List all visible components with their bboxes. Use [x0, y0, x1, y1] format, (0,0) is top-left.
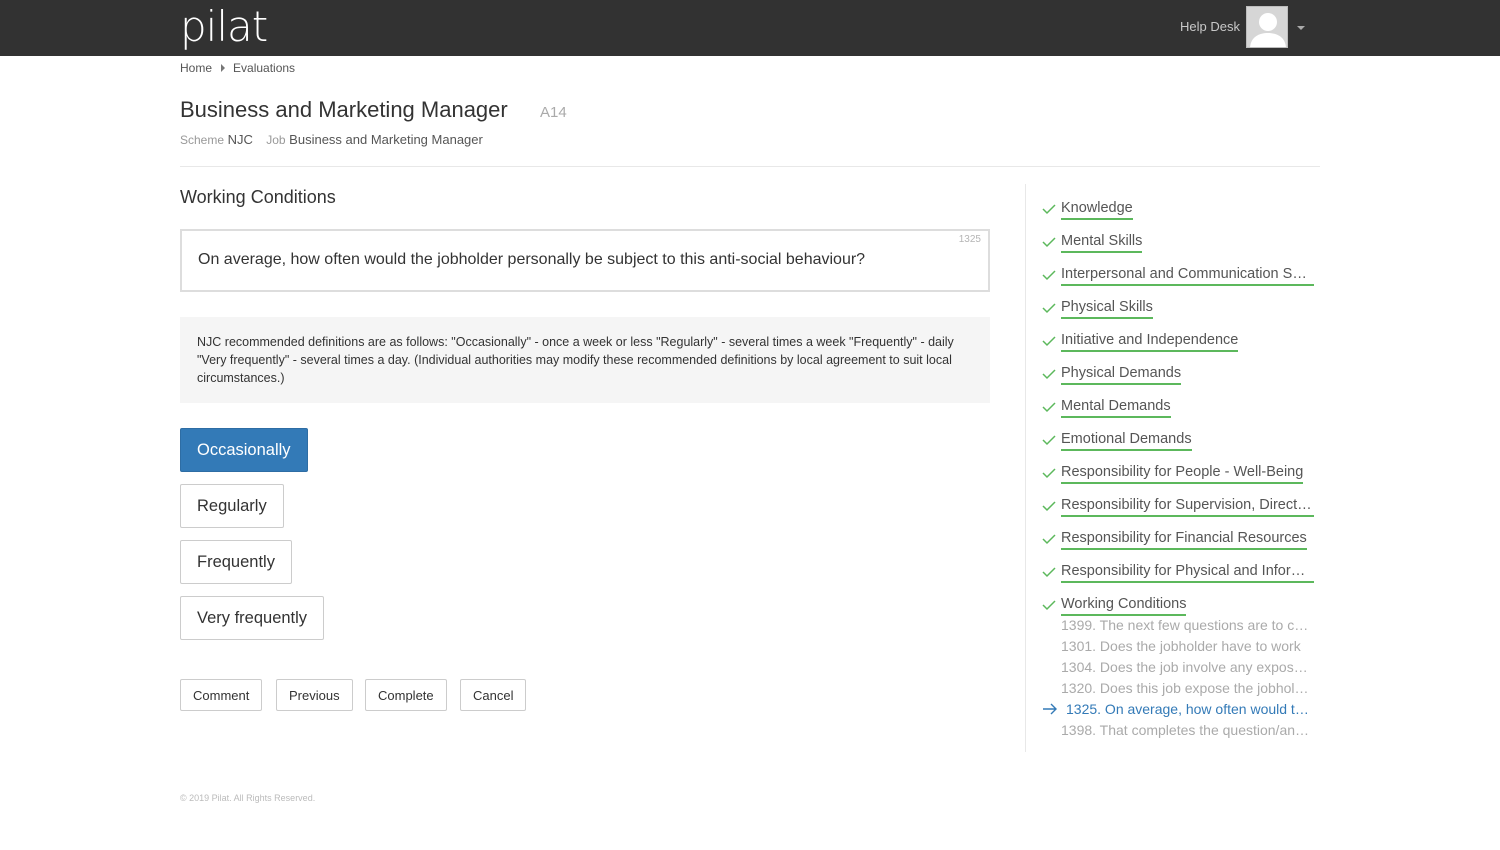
- chevron-down-icon[interactable]: [1297, 26, 1305, 30]
- sidebar-item-label[interactable]: Responsibility for Financial Resources: [1061, 529, 1307, 550]
- sidebar-item-mental-skills[interactable]: Mental Skills: [1042, 232, 1321, 254]
- check-icon: [1042, 435, 1056, 446]
- sidebar-item-financial-resources[interactable]: Responsibility for Financial Resources: [1042, 529, 1321, 551]
- sidebar-item-interpersonal[interactable]: Interpersonal and Communication Skills: [1042, 265, 1321, 287]
- sidebar-item-label[interactable]: Mental Demands: [1061, 397, 1171, 418]
- scheme-value: NJC: [227, 132, 253, 147]
- sidebar-subitem-question[interactable]: 1301. Does the jobholder have to work: [1061, 637, 1313, 655]
- check-icon: [1042, 369, 1056, 380]
- sidebar-item-label[interactable]: Responsibility for People - Well-Being: [1061, 463, 1304, 484]
- sidebar-item-label[interactable]: Responsibility for Supervision, Directio…: [1061, 496, 1314, 517]
- check-icon: [1042, 303, 1056, 314]
- check-icon: [1042, 204, 1056, 215]
- sidebar-item-mental-demands[interactable]: Mental Demands: [1042, 397, 1321, 419]
- breadcrumb-home[interactable]: Home: [180, 61, 212, 75]
- sidebar-subitem-question[interactable]: 1399. The next few questions are to cove…: [1061, 616, 1313, 634]
- section-title: Working Conditions: [180, 187, 336, 207]
- option-regularly-button[interactable]: Regularly: [180, 484, 284, 528]
- sidebar-subitem-question[interactable]: 1320. Does this job expose the jobholder: [1061, 679, 1313, 697]
- scheme-label: Scheme: [180, 133, 225, 147]
- sidebar-subitem-current-question[interactable]: 1325. On average, how often would the jo…: [1066, 700, 1313, 718]
- sidebar-item-label[interactable]: Knowledge: [1061, 199, 1133, 220]
- check-icon: [1042, 534, 1056, 545]
- option-very-frequently-button[interactable]: Very frequently: [180, 596, 325, 640]
- breadcrumb-evaluations[interactable]: Evaluations: [233, 61, 295, 75]
- sidebar-item-label[interactable]: Emotional Demands: [1061, 430, 1192, 451]
- job-code: A14: [540, 104, 567, 121]
- sidebar-subitem-question[interactable]: 1304. Does the job involve any exposure: [1061, 658, 1313, 676]
- cancel-button[interactable]: Cancel: [460, 679, 527, 711]
- job-value: Business and Marketing Manager: [289, 132, 483, 147]
- check-icon: [1042, 600, 1056, 611]
- sidebar-item-knowledge[interactable]: Knowledge: [1042, 199, 1321, 221]
- sidebar-item-label[interactable]: Physical Demands: [1061, 364, 1182, 385]
- sidebar-item-people-wellbeing[interactable]: Responsibility for People - Well-Being: [1042, 463, 1321, 485]
- sidebar-item-physical-demands[interactable]: Physical Demands: [1042, 364, 1321, 386]
- app-logo[interactable]: pilat: [180, 3, 268, 51]
- help-desk-link[interactable]: Help Desk: [1180, 19, 1240, 34]
- check-icon: [1042, 237, 1056, 248]
- sidebar-item-label[interactable]: Physical Skills: [1061, 298, 1153, 319]
- sidebar-item-supervision[interactable]: Responsibility for Supervision, Directio…: [1042, 496, 1321, 518]
- sidebar-item-working-conditions[interactable]: Working Conditions: [1042, 595, 1321, 617]
- check-icon: [1042, 402, 1056, 413]
- sidebar-item-emotional-demands[interactable]: Emotional Demands: [1042, 430, 1321, 452]
- sidebar-item-label[interactable]: Interpersonal and Communication Skills: [1061, 265, 1314, 286]
- header-divider: [180, 166, 1320, 167]
- sidebar-nav: Knowledge Mental Skills Interpersonal an…: [1025, 184, 1320, 752]
- footer-copyright: © 2019 Pilat. All Rights Reserved.: [180, 793, 316, 803]
- sidebar-item-physical-information[interactable]: Responsibility for Physical and Informat…: [1042, 562, 1321, 584]
- sidebar-item-label[interactable]: Mental Skills: [1061, 232, 1143, 253]
- question-box: 1325 On average, how often would the job…: [180, 229, 990, 292]
- arrow-right-icon: [1043, 703, 1057, 715]
- option-occasionally-button[interactable]: Occasionally: [180, 428, 308, 472]
- page-title: Business and Marketing Manager: [180, 97, 508, 122]
- job-meta: Scheme NJC Job Business and Marketing Ma…: [180, 132, 483, 147]
- previous-button[interactable]: Previous: [276, 679, 353, 711]
- job-label: Job: [266, 133, 286, 147]
- question-id: 1325: [958, 234, 981, 245]
- question-text: On average, how often would the jobholde…: [198, 251, 866, 268]
- check-icon: [1042, 336, 1056, 347]
- user-avatar-icon[interactable]: [1246, 6, 1288, 48]
- comment-button[interactable]: Comment: [180, 679, 263, 711]
- sidebar-item-initiative[interactable]: Initiative and Independence: [1042, 331, 1321, 353]
- sidebar-subitem-question[interactable]: 1398. That completes the question/answer: [1061, 721, 1313, 739]
- check-icon: [1042, 567, 1056, 578]
- check-icon: [1042, 468, 1056, 479]
- check-icon: [1042, 501, 1056, 512]
- sidebar-item-label[interactable]: Initiative and Independence: [1061, 331, 1239, 352]
- sidebar-item-physical-skills[interactable]: Physical Skills: [1042, 298, 1321, 320]
- option-frequently-button[interactable]: Frequently: [180, 540, 292, 584]
- top-navbar: pilat Help Desk: [0, 0, 1500, 56]
- sidebar-item-label[interactable]: Responsibility for Physical and Informat…: [1061, 562, 1314, 583]
- check-icon: [1042, 270, 1056, 281]
- breadcrumb: Home Evaluations: [180, 61, 295, 75]
- definitions-note: NJC recommended definitions are as follo…: [180, 317, 990, 403]
- sidebar-item-label[interactable]: Working Conditions: [1061, 595, 1187, 616]
- complete-button[interactable]: Complete: [365, 679, 447, 711]
- breadcrumb-separator-icon: [221, 64, 226, 72]
